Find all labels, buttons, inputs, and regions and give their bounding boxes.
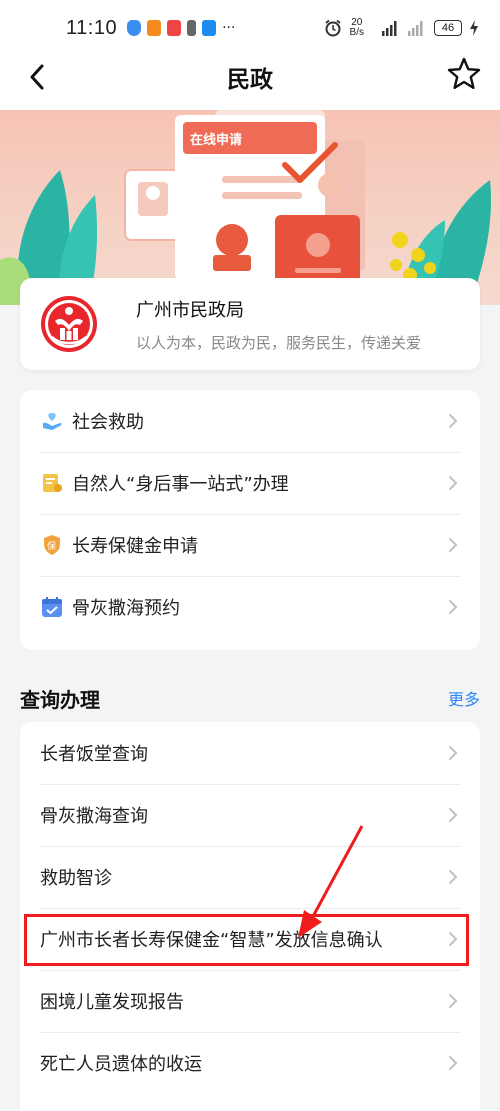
service-label: 长寿保健金申请 [72,536,198,557]
query-item-longevity-allowance-confirmation[interactable]: 广州市长者长寿保健金“智慧”发放信息确认 [20,908,480,970]
shield-icon [127,20,142,36]
chevron-right-icon [449,476,458,490]
org-text: 广州市民政局 以人为本，民政为民，服务民生，传递关爱 [136,296,421,353]
civil-affairs-logo-icon [41,296,97,352]
banner-illustration: 在线申请 [0,110,491,305]
query-label: 救助智诊 [40,868,112,889]
chevron-right-icon [449,746,458,760]
signal-2-icon [408,21,423,36]
back-arrow-icon[interactable] [26,62,50,92]
chevron-right-icon [449,600,458,614]
query-item-elderly-canteen[interactable]: 长者饭堂查询 [20,722,480,784]
org-card[interactable]: 广州市民政局 以人为本，民政为民，服务民生，传递关爱 [20,278,480,370]
page-title: 民政 [227,67,273,93]
more-link[interactable]: 更多 [448,686,480,710]
section-title: 查询办理 [20,687,100,712]
banner-sign-text: 在线申请 [190,132,242,148]
banner: 在线申请 [0,110,500,305]
document-icon [43,474,62,492]
chevron-right-icon [449,994,458,1008]
query-label: 困境儿童发现报告 [40,992,184,1013]
org-name: 广州市民政局 [136,299,244,321]
chevron-right-icon [449,1056,458,1070]
header: 民政 [0,44,500,110]
query-list-card: 长者饭堂查询 骨灰撒海查询 救助智诊 广州市长者长寿保健金“智慧”发放信息确认 … [20,722,480,1111]
video-app-icon [147,20,162,36]
net-speed-unit: B/s [349,27,364,38]
book-app-icon [167,20,182,36]
org-slogan: 以人为本，民政为民，服务民生，传递关爱 [136,333,422,352]
query-item-assistance-diagnosis[interactable]: 救助智诊 [20,846,480,908]
more-notifications-icon: ··· [222,20,236,36]
charging-icon [470,20,478,36]
service-item-after-death-affairs[interactable]: 自然人“身后事一站式”办理 [20,452,480,514]
chevron-right-icon [449,808,458,822]
chevron-right-icon [449,932,458,946]
query-label: 死亡人员遗体的收运 [40,1054,202,1075]
query-label: 广州市长者长寿保健金“智慧”发放信息确认 [40,930,383,951]
status-time: 11:10 [66,16,118,39]
net-speed: 20 B/s [350,18,364,38]
signal-5g-icon [382,21,397,36]
hands-heart-icon [43,412,62,430]
service-item-longevity-allowance[interactable]: 保 长寿保健金申请 [20,514,480,576]
battery-indicator: 46 [434,20,462,36]
battery-saver-icon [187,20,197,36]
chevron-right-icon [449,538,458,552]
query-item-ash-scattering-query[interactable]: 骨灰撒海查询 [20,784,480,846]
shield-icon: 保 [44,535,60,555]
search-app-icon [202,20,217,36]
query-label: 长者饭堂查询 [40,744,148,765]
favorite-star-icon[interactable] [446,56,482,92]
svg-text:保: 保 [47,540,56,552]
query-item-remains-transport[interactable]: 死亡人员遗体的收运 [20,1032,480,1094]
notification-icons: ··· [127,20,235,36]
service-label: 骨灰撒海预约 [72,598,180,619]
chevron-right-icon [449,870,458,884]
query-label: 骨灰撒海查询 [40,806,148,827]
calendar-check-icon [42,597,62,617]
service-item-ash-scattering-booking[interactable]: 骨灰撒海预约 [20,576,480,638]
query-item-children-in-need-report[interactable]: 困境儿童发现报告 [20,970,480,1032]
alarm-icon [324,19,341,37]
chevron-right-icon [449,414,458,428]
service-label: 自然人“身后事一站式”办理 [72,474,289,495]
services-card: 社会救助 自然人“身后事一站式”办理 保 长寿保健金申请 骨灰撒海预约 [20,390,480,650]
query-section-header: 查询办理 更多 [20,680,480,716]
service-label: 社会救助 [72,412,144,433]
service-item-social-assistance[interactable]: 社会救助 [20,390,480,452]
status-right: 20 B/s 46 [324,18,478,38]
